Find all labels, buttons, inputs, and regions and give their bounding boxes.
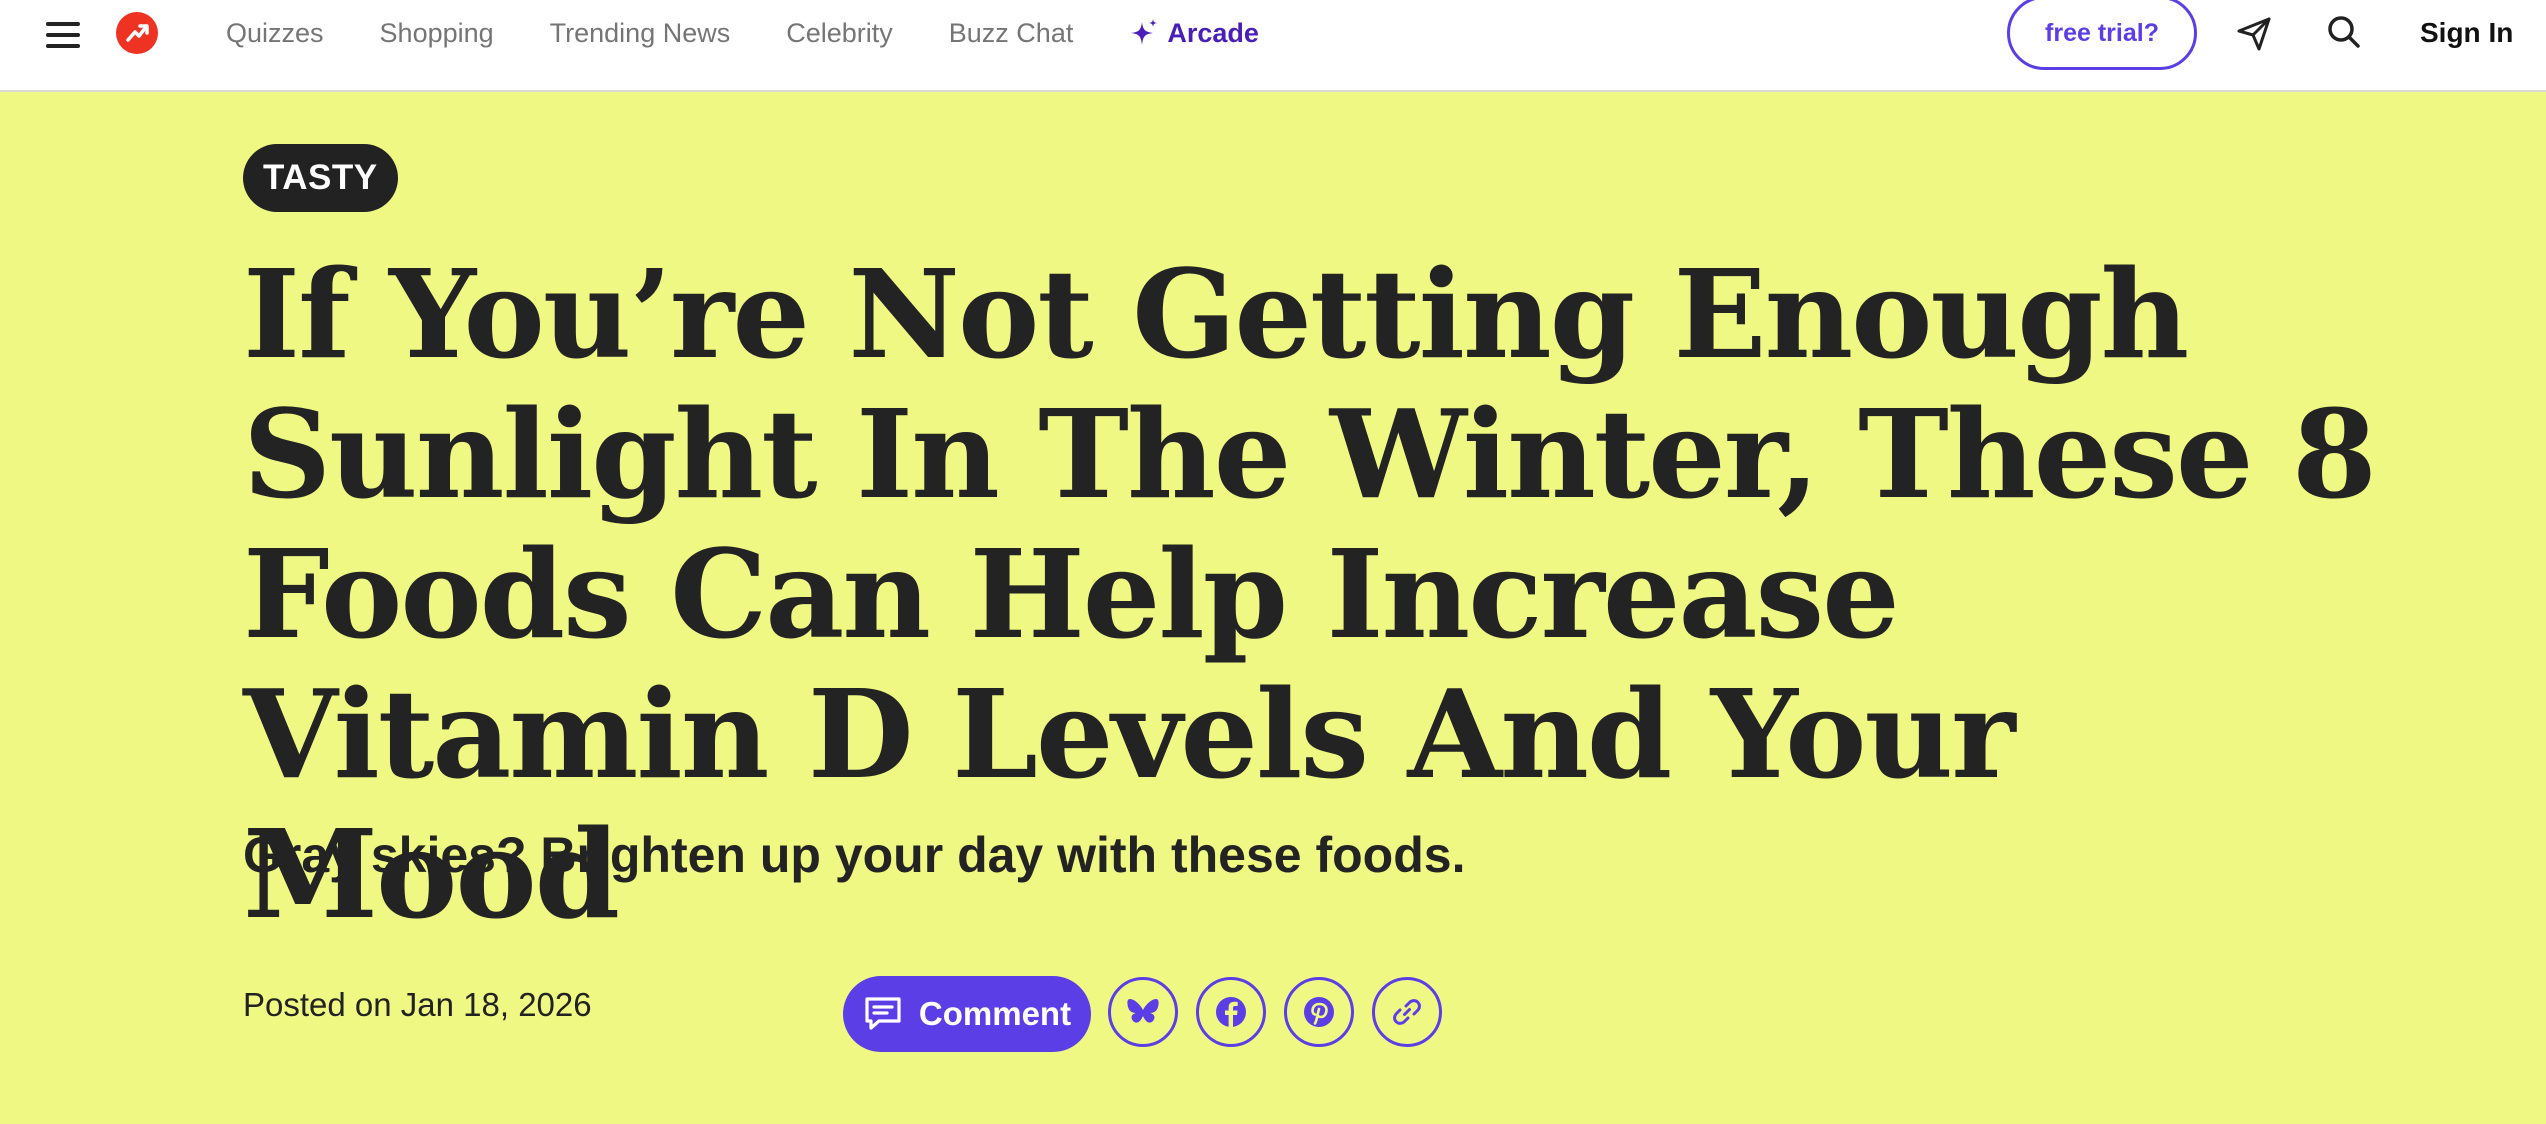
nav-shopping[interactable]: Shopping (380, 18, 494, 49)
comment-button[interactable]: Comment (843, 976, 1091, 1052)
main-nav: Quizzes Shopping Trending News Celebrity… (226, 0, 1315, 66)
nav-buzz-chat[interactable]: Buzz Chat (949, 18, 1074, 49)
posted-date: Posted on Jan 18, 2026 (243, 986, 592, 1023)
comment-icon (865, 997, 901, 1030)
share-bluesky-button[interactable] (1108, 977, 1178, 1047)
nav-quizzes[interactable]: Quizzes (226, 18, 324, 49)
link-icon (1393, 999, 1421, 1025)
bluesky-icon (1127, 999, 1159, 1023)
top-nav-bar: Quizzes Shopping Trending News Celebrity… (0, 0, 2546, 92)
menu-icon[interactable] (46, 20, 80, 50)
share-facebook-button[interactable] (1196, 977, 1266, 1047)
sparkle-icon (1131, 19, 1158, 45)
facebook-icon (1216, 997, 1246, 1027)
free-trial-button[interactable]: free trial? (2007, 0, 2197, 70)
share-pinterest-button[interactable] (1284, 977, 1354, 1047)
sign-in-link[interactable]: Sign In (2420, 0, 2513, 66)
trending-logo-icon[interactable] (116, 12, 158, 54)
share-link-button[interactable] (1372, 977, 1442, 1047)
nav-arcade[interactable]: Arcade (1129, 18, 1259, 49)
search-icon[interactable] (2324, 12, 2364, 52)
comment-label: Comment (918, 995, 1072, 1032)
send-icon[interactable] (2234, 14, 2274, 54)
article-subhead: Gray skies? Brighten up your day with th… (243, 827, 1466, 883)
nav-celebrity[interactable]: Celebrity (786, 18, 893, 49)
nav-arcade-label: Arcade (1167, 17, 1259, 48)
pinterest-icon (1304, 997, 1334, 1027)
category-tag[interactable]: TASTY (243, 144, 398, 212)
nav-trending-news[interactable]: Trending News (550, 18, 731, 49)
